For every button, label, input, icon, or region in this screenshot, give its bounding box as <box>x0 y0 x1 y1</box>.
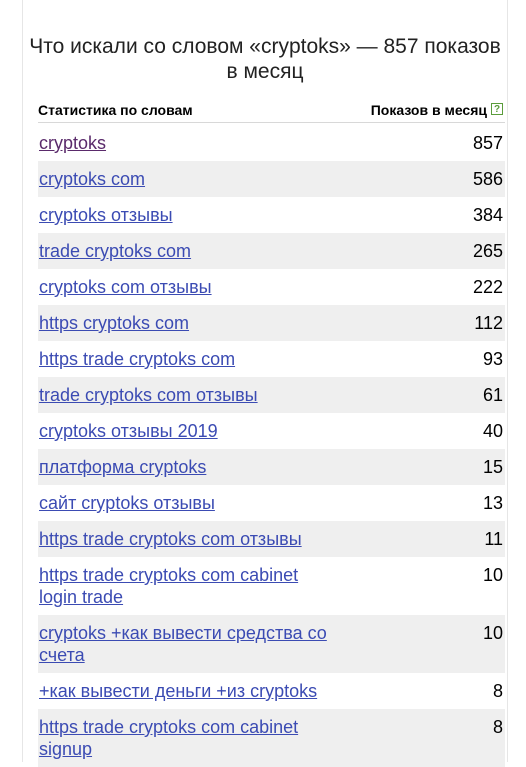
table-row: https trade cryptoks com отзывы 11 <box>38 521 505 557</box>
keyword-link[interactable]: платформа cryptoks <box>39 456 329 478</box>
impressions-count: 112 <box>474 313 503 333</box>
column-header-keywords: Статистика по словам <box>38 102 193 118</box>
table-row: trade cryptoks com отзывы 61 <box>38 377 505 413</box>
impressions-count: 857 <box>472 133 503 153</box>
keyword-link[interactable]: cryptoks com отзывы <box>39 276 329 298</box>
table-row: cryptoks 857 <box>38 125 505 161</box>
impressions-count: 586 <box>472 169 503 189</box>
impressions-count: 384 <box>472 205 503 225</box>
keyword-link[interactable]: trade cryptoks com отзывы <box>39 384 329 406</box>
keyword-link[interactable]: cryptoks <box>39 132 329 154</box>
table-row: cryptoks com отзывы 222 <box>38 269 505 305</box>
table-row: https trade cryptoks com cabinet signup … <box>38 709 505 767</box>
page-title: Что искали со словом «cryptoks» — 857 по… <box>29 35 501 83</box>
keyword-link[interactable]: cryptoks отзывы <box>39 204 329 226</box>
table-row: https cryptoks com 112 <box>38 305 505 341</box>
keyword-stats-panel: Что искали со словом «cryptoks» — 857 по… <box>22 0 508 767</box>
keyword-link[interactable]: сайт cryptoks отзывы <box>39 492 329 514</box>
impressions-count: 93 <box>482 349 503 369</box>
impressions-count: 15 <box>482 457 503 477</box>
impressions-count: 40 <box>482 421 503 441</box>
table-header: Статистика по словам Показов в месяц ? <box>38 100 505 123</box>
keyword-link[interactable]: https trade cryptoks com cabinet signup <box>39 716 329 760</box>
impressions-count: 8 <box>492 681 503 701</box>
table-row: cryptoks +как вывести средства со счета … <box>38 615 505 673</box>
keyword-link[interactable]: https cryptoks com <box>39 312 329 334</box>
impressions-count: 10 <box>482 623 503 643</box>
impressions-count: 8 <box>492 717 503 737</box>
impressions-count: 222 <box>472 277 503 297</box>
impressions-count: 10 <box>482 565 503 585</box>
keyword-link[interactable]: https trade cryptoks com <box>39 348 329 370</box>
table-row: https trade cryptoks com 93 <box>38 341 505 377</box>
impressions-count: 265 <box>472 241 503 261</box>
keyword-link[interactable]: https trade cryptoks com cabinet login t… <box>39 564 329 608</box>
keyword-link[interactable]: cryptoks +как вывести средства со счета <box>39 622 329 666</box>
keyword-link[interactable]: cryptoks com <box>39 168 329 190</box>
table-row: trade cryptoks com 265 <box>38 233 505 269</box>
help-icon[interactable]: ? <box>491 103 503 115</box>
column-header-impressions: Показов в месяц <box>370 102 487 118</box>
keyword-link[interactable]: trade cryptoks com <box>39 240 329 262</box>
keyword-link[interactable]: +как вывести деньги +из cryptoks <box>39 680 359 702</box>
table-row: +как вывести деньги +из cryptoks 8 <box>38 673 505 709</box>
impressions-count: 61 <box>482 385 503 405</box>
table-row: платформа cryptoks 15 <box>38 449 505 485</box>
table-row: cryptoks отзывы 2019 40 <box>38 413 505 449</box>
table-row: cryptoks com 586 <box>38 161 505 197</box>
impressions-count: 13 <box>482 493 503 513</box>
table-row: сайт cryptoks отзывы 13 <box>38 485 505 521</box>
table-row: cryptoks отзывы 384 <box>38 197 505 233</box>
keyword-link[interactable]: cryptoks отзывы 2019 <box>39 420 329 442</box>
keyword-list: cryptoks 857 cryptoks com 586 cryptoks о… <box>38 125 505 767</box>
impressions-count: 11 <box>484 529 503 549</box>
keyword-link[interactable]: https trade cryptoks com отзывы <box>39 528 329 550</box>
table-row: https trade cryptoks com cabinet login t… <box>38 557 505 615</box>
